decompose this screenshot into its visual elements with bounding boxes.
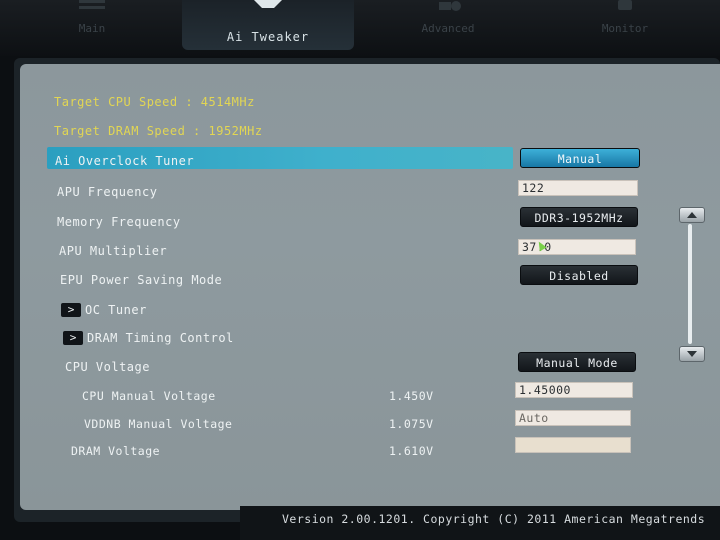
tab-advanced-label: Advanced — [421, 22, 475, 35]
list-icon — [52, 0, 132, 16]
vddnb-manual-voltage-current: 1.075V — [389, 417, 434, 431]
dram-voltage-input[interactable] — [515, 437, 631, 453]
ai-overclock-tuner-label[interactable]: Ai Overclock Tuner — [55, 154, 194, 168]
tab-main-label: Main — [78, 22, 106, 35]
tab-advanced[interactable]: Advanced — [398, 0, 498, 48]
apu-frequency-label: APU Frequency — [57, 185, 158, 199]
cpu-manual-voltage-label: CPU Manual Voltage — [82, 389, 216, 403]
oc-tuner-arrow-icon[interactable]: > — [61, 303, 81, 317]
scroll-down-button[interactable] — [679, 346, 705, 362]
dram-timing-arrow-icon[interactable]: > — [63, 331, 83, 345]
dram-timing-control-label[interactable]: DRAM Timing Control — [87, 331, 234, 345]
cpu-voltage-label: CPU Voltage — [65, 360, 150, 374]
tab-main[interactable]: Main — [52, 0, 132, 48]
apu-multiplier-input[interactable]: 37.0 — [518, 239, 636, 255]
dram-voltage-label: DRAM Voltage — [71, 444, 161, 458]
ai-overclock-tuner-button[interactable]: Manual — [520, 148, 640, 168]
tab-monitor[interactable]: Monitor — [580, 0, 670, 48]
vddnb-manual-voltage-label: VDDNB Manual Voltage — [84, 417, 233, 431]
monitor-icon — [580, 0, 670, 16]
top-tab-bar: Main Ai Tweaker Advanced Monitor — [0, 0, 720, 56]
arrow-down-icon — [687, 351, 697, 357]
target-dram-speed: Target DRAM Speed : 1952MHz — [54, 124, 263, 138]
apu-frequency-input[interactable]: 122 — [518, 180, 638, 196]
footer-version: Version 2.00.1201. Copyright (C) 2011 Am… — [282, 512, 706, 526]
scroll-up-button[interactable] — [679, 207, 705, 223]
tab-ai-tweaker[interactable]: Ai Tweaker — [182, 0, 354, 50]
dram-voltage-current: 1.610V — [389, 444, 434, 458]
vddnb-manual-voltage-input[interactable]: Auto — [515, 410, 631, 426]
memory-frequency-button[interactable]: DDR3-1952MHz — [520, 207, 638, 227]
tab-monitor-label: Monitor — [601, 22, 649, 35]
apu-multiplier-label: APU Multiplier — [59, 244, 168, 258]
tab-ai-tweaker-label: Ai Tweaker — [226, 30, 310, 44]
oc-tuner-label[interactable]: OC Tuner — [85, 303, 147, 317]
cpu-voltage-mode-button[interactable]: Manual Mode — [518, 352, 636, 372]
arrow-up-icon — [687, 212, 697, 218]
epu-power-saving-label: EPU Power Saving Mode — [60, 273, 223, 287]
advanced-icon — [398, 0, 498, 16]
epu-power-saving-button[interactable]: Disabled — [520, 265, 638, 285]
target-cpu-speed: Target CPU Speed : 4514MHz — [54, 95, 255, 109]
memory-frequency-label: Memory Frequency — [57, 215, 181, 229]
scrollbar-track[interactable] — [688, 224, 692, 344]
cpu-manual-voltage-current: 1.450V — [389, 389, 434, 403]
cpu-manual-voltage-input[interactable]: 1.45000 — [515, 382, 633, 398]
tweaker-icon — [182, 0, 354, 16]
